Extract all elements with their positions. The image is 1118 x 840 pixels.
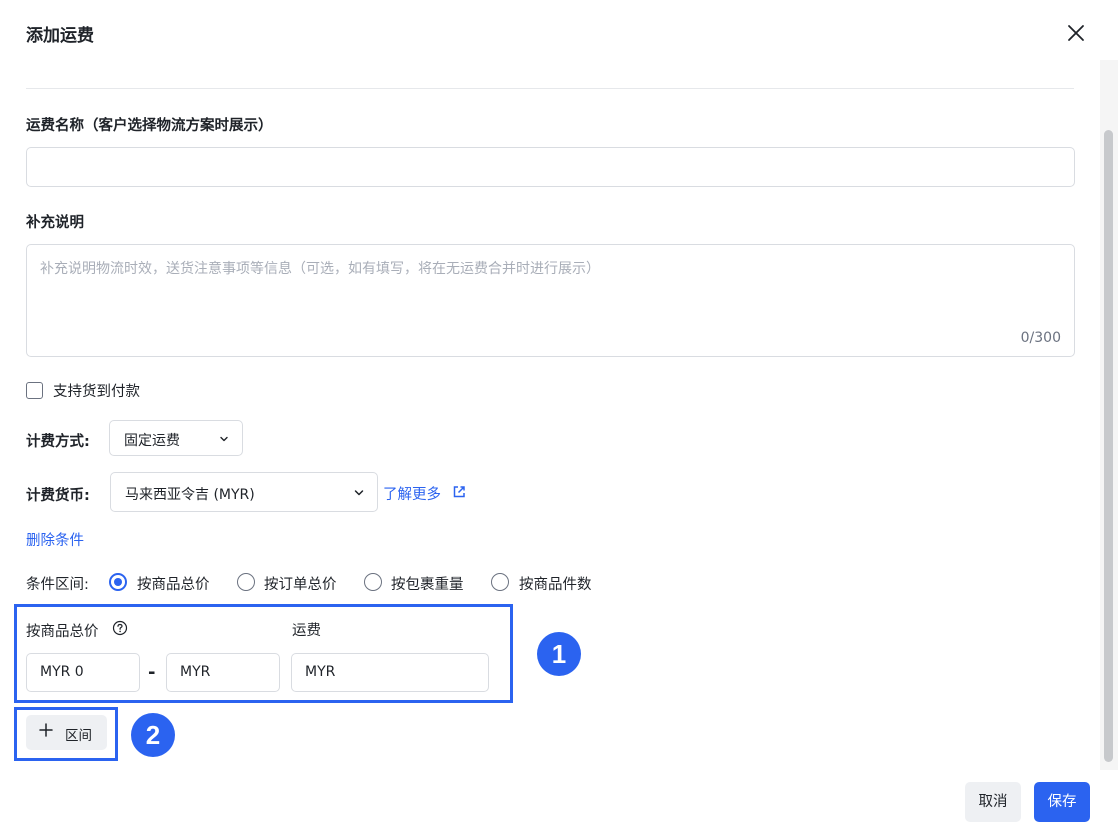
billing-method-value: 固定运费 <box>124 433 180 449</box>
range-max-value: MYR <box>180 664 211 680</box>
radio-product-total-label: 按商品总价 <box>137 577 210 593</box>
question-circle-icon[interactable] <box>112 620 128 636</box>
chevron-down-icon <box>354 490 364 496</box>
range-min-value: MYR 0 <box>40 664 84 680</box>
radio-product-total[interactable] <box>109 573 127 591</box>
annotation-badge-1: 1 <box>537 632 581 676</box>
plus-icon <box>39 723 53 737</box>
range-header-label: 按商品总价 <box>26 624 99 640</box>
external-link-icon[interactable] <box>451 484 467 500</box>
shipping-name-input[interactable] <box>26 147 1075 187</box>
radio-item-count-label: 按商品件数 <box>519 577 592 593</box>
cod-checkbox[interactable] <box>26 382 43 399</box>
currency-value: 马来西亚令吉 (MYR) <box>125 487 255 503</box>
annotation-badge-2: 2 <box>131 713 175 757</box>
fee-input[interactable]: MYR <box>291 653 489 692</box>
condition-range-label: 条件区间: <box>26 577 89 593</box>
radio-order-total-label: 按订单总价 <box>264 577 337 593</box>
shipping-name-label: 运费名称（客户选择物流方案时展示） <box>26 118 273 134</box>
range-dash: - <box>148 662 156 683</box>
dialog-title: 添加运费 <box>26 26 94 46</box>
fee-label: 运费 <box>292 623 321 639</box>
character-counter: 0/300 <box>1020 330 1061 346</box>
radio-package-weight[interactable] <box>364 573 382 591</box>
close-icon[interactable] <box>1063 20 1089 46</box>
description-textarea[interactable]: 补充说明物流时效，送货注意事项等信息（可选，如有填写，将在无运费合并时进行展示）… <box>26 244 1075 357</box>
add-range-label: 区间 <box>65 728 92 744</box>
fee-value: MYR <box>305 664 336 680</box>
description-label: 补充说明 <box>26 215 84 231</box>
save-button[interactable]: 保存 <box>1034 782 1090 822</box>
billing-method-label: 计费方式: <box>26 434 90 450</box>
currency-label: 计费货币: <box>26 488 90 504</box>
add-range-button[interactable]: 区间 <box>26 715 107 750</box>
cod-label: 支持货到付款 <box>53 384 140 400</box>
learn-more-link[interactable]: 了解更多 <box>383 483 441 504</box>
chevron-down-icon <box>220 436 228 442</box>
billing-method-select[interactable]: 固定运费 <box>109 420 243 456</box>
cancel-button[interactable]: 取消 <box>965 782 1021 822</box>
radio-package-weight-label: 按包裹重量 <box>391 577 464 593</box>
add-shipping-fee-dialog: 添加运费 运费名称（客户选择物流方案时展示） 补充说明 补充说明物流时效，送货注… <box>0 0 1118 840</box>
radio-order-total[interactable] <box>237 573 255 591</box>
range-max-input[interactable]: MYR <box>166 653 280 692</box>
range-min-input[interactable]: MYR 0 <box>26 653 140 692</box>
delete-condition-link[interactable]: 删除条件 <box>26 529 84 550</box>
scrollbar-thumb[interactable] <box>1104 130 1113 762</box>
radio-item-count[interactable] <box>491 573 509 591</box>
header-divider <box>26 88 1074 89</box>
currency-select[interactable]: 马来西亚令吉 (MYR) <box>110 472 378 512</box>
description-placeholder: 补充说明物流时效，送货注意事项等信息（可选，如有填写，将在无运费合并时进行展示） <box>40 261 600 277</box>
